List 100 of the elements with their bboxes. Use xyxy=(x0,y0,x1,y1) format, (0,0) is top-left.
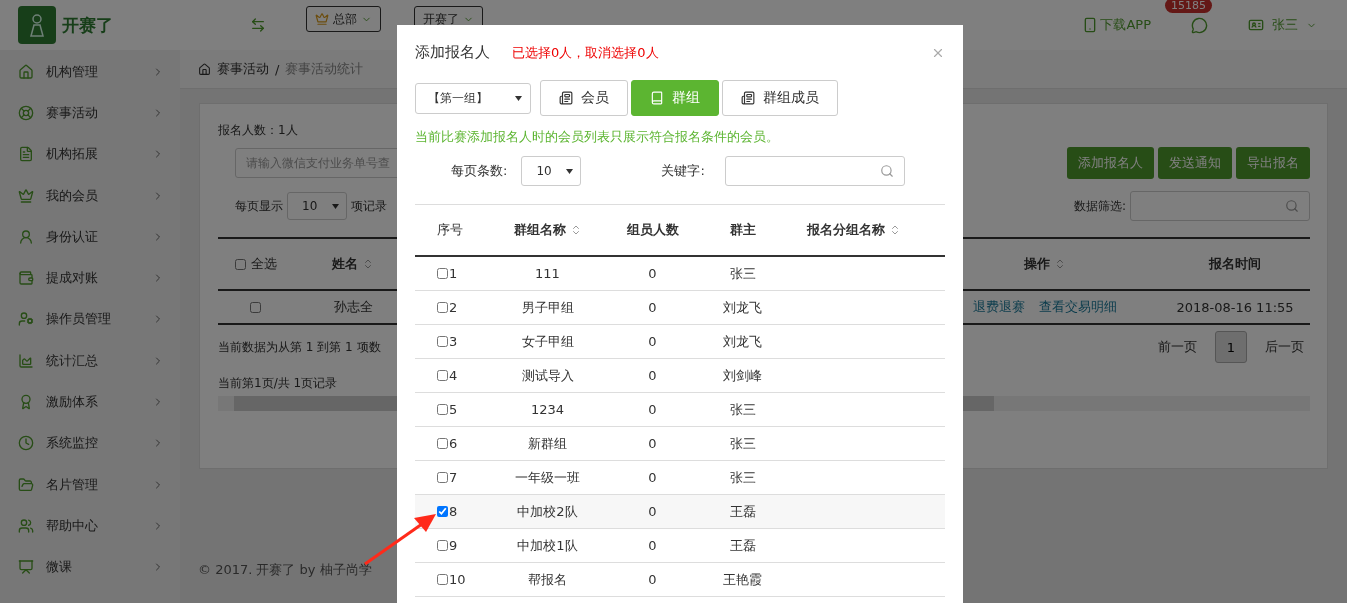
action-link[interactable]: 退费退赛 xyxy=(973,298,1025,316)
notification-badge: 15185 xyxy=(1165,0,1212,13)
user-menu[interactable]: 张三 xyxy=(1248,16,1317,34)
selection-status: 已选择0人，取消选择0人 xyxy=(512,43,659,62)
checkbox[interactable] xyxy=(437,268,448,279)
home-icon[interactable] xyxy=(198,62,211,76)
column-header[interactable]: 群组名称 xyxy=(485,221,610,239)
sidebar-item[interactable]: 微课 xyxy=(0,546,180,588)
search-icon xyxy=(879,164,894,178)
sidebar-item[interactable]: 激励体系 xyxy=(0,381,180,423)
sidebar-item[interactable]: 帮助中心 xyxy=(0,505,180,547)
sidebar-item[interactable]: 机构管理 xyxy=(0,51,180,93)
checkbox[interactable] xyxy=(437,506,448,517)
document-icon xyxy=(18,146,34,163)
checkbox[interactable] xyxy=(437,472,448,483)
chat-icon[interactable] xyxy=(1191,16,1208,34)
column-header[interactable]: 报名分组名称 xyxy=(790,221,917,239)
users-icon xyxy=(18,517,34,534)
tab[interactable]: 群组 xyxy=(631,80,719,116)
table-cell-text: 0 xyxy=(647,538,658,553)
page-size-select[interactable]: 10 xyxy=(521,156,582,186)
tab[interactable]: 会员 xyxy=(540,80,628,116)
sidebar-item[interactable]: 我的会员 xyxy=(0,174,180,217)
switch-icon[interactable] xyxy=(250,17,266,33)
table-cell-text: 张三 xyxy=(728,264,757,283)
sidebar-item[interactable]: 名片管理 xyxy=(0,463,180,506)
table-cell-text: 男子甲组 xyxy=(520,298,575,317)
checkbox[interactable] xyxy=(249,301,261,313)
sidebar-item[interactable]: 系统监控 xyxy=(0,422,180,464)
action-button[interactable]: 发送通知 xyxy=(1158,147,1232,179)
checkbox[interactable] xyxy=(437,370,448,381)
keyword-field[interactable] xyxy=(724,156,905,186)
column-header: 组员人数 xyxy=(625,221,680,239)
table-cell-text: 刘龙飞 xyxy=(722,332,763,351)
row-number: 10 xyxy=(449,572,466,587)
column-header[interactable]: 报名时间 xyxy=(1160,255,1310,273)
checkbox[interactable] xyxy=(437,540,448,551)
table-cell-text: 0 xyxy=(647,266,658,281)
row-number: 9 xyxy=(449,538,458,553)
table-cell-text: 0 xyxy=(647,504,658,519)
user-icon xyxy=(18,228,34,245)
row-number: 4 xyxy=(449,368,458,383)
clock-icon xyxy=(18,435,34,452)
crown-icon xyxy=(315,12,329,26)
logo xyxy=(18,6,56,44)
footer-text: © 2017. 开赛了 by 柚子尚学 xyxy=(198,561,372,579)
column-header[interactable]: 姓名 xyxy=(293,255,413,273)
brand-name: 开赛了 xyxy=(62,13,113,37)
row-number: 6 xyxy=(449,436,458,451)
table-cell-text: 0 xyxy=(647,572,658,587)
sidebar-item[interactable]: 提成对账 xyxy=(0,257,180,299)
action-link[interactable]: 查看交易明细 xyxy=(1039,298,1117,316)
caret-icon xyxy=(515,95,522,101)
house-icon xyxy=(18,63,34,80)
table-cell-text: 0 xyxy=(647,470,658,485)
page-button[interactable]: 1 xyxy=(1215,331,1247,363)
table-cell-text: 中加校2队 xyxy=(516,502,579,521)
table-cell-text: 王艳霞 xyxy=(722,570,763,589)
action-button[interactable]: 导出报名 xyxy=(1236,147,1310,179)
folder-icon xyxy=(18,476,34,493)
table-info: 当前数据为从第 1 到第 1 项数 xyxy=(218,338,381,356)
filter-field[interactable] xyxy=(1130,191,1310,221)
area-chart-icon xyxy=(18,352,34,369)
caret-icon xyxy=(566,168,574,174)
table-cell-text: 新群组 xyxy=(527,434,568,453)
sidebar-item[interactable]: 操作员管理 xyxy=(0,298,180,341)
sidebar-item[interactable]: 身份认证 xyxy=(0,216,180,258)
crown-icon xyxy=(18,187,34,204)
action-button[interactable]: 添加报名人 xyxy=(1067,147,1154,179)
breadcrumb-item[interactable]: 赛事活动 xyxy=(217,60,269,78)
sort-icon[interactable] xyxy=(362,258,374,270)
checkbox[interactable] xyxy=(437,336,448,347)
tab[interactable]: 群组成员 xyxy=(722,80,838,116)
book-icon xyxy=(650,91,664,105)
download-app-link[interactable]: 下载APP xyxy=(1082,16,1151,34)
page-size-select[interactable]: 10 xyxy=(287,192,347,220)
row-number: 1 xyxy=(449,266,458,281)
table-cell-text: 0 xyxy=(647,334,658,349)
sidebar-item[interactable]: 机构拓展 xyxy=(0,133,180,175)
table-cell-text: 0 xyxy=(647,402,658,417)
sidebar-item[interactable]: 赛事活动 xyxy=(0,92,180,134)
org-select[interactable]: 总部 xyxy=(306,6,381,32)
checkbox[interactable] xyxy=(234,258,246,270)
sidebar-item[interactable]: 统计汇总 xyxy=(0,340,180,382)
checkbox[interactable] xyxy=(437,404,448,415)
checkbox[interactable] xyxy=(437,574,448,585)
table-cell-text: 王磊 xyxy=(728,536,757,555)
row-number: 8 xyxy=(449,504,458,519)
table-cell-text: 测试导入 xyxy=(520,366,575,385)
table-cell-text: 中加校1队 xyxy=(516,536,579,555)
column-header: 序号 xyxy=(436,221,464,239)
caret-icon xyxy=(332,203,339,209)
sort-icon[interactable] xyxy=(1054,258,1066,270)
lifebuoy-icon xyxy=(18,104,34,121)
wallet-icon xyxy=(18,270,34,287)
checkbox[interactable] xyxy=(437,302,448,313)
checkbox[interactable] xyxy=(437,438,448,449)
group-select[interactable]: 【第一组】 xyxy=(415,82,531,114)
row-number: 7 xyxy=(449,470,458,485)
column-header[interactable]: 操作 xyxy=(930,255,1160,273)
